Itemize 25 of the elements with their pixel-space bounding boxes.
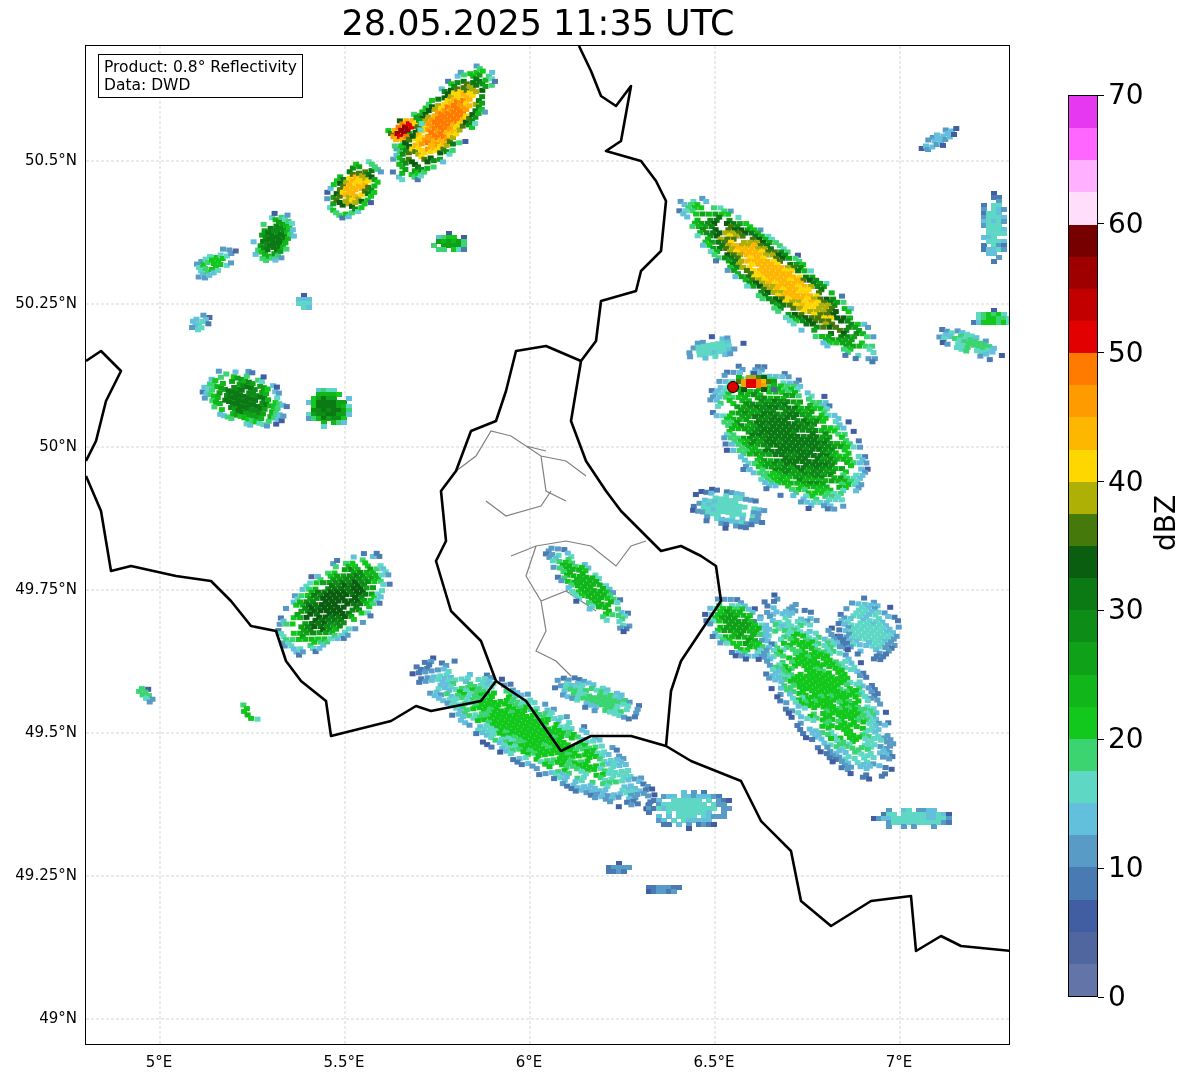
colorbar-tick-label: 10 — [1108, 852, 1144, 885]
latitude-label: 50.25°N — [15, 294, 77, 312]
info-text: Data: DWD — [104, 76, 192, 94]
colorbar-tick-label: 40 — [1108, 465, 1144, 498]
longitude-label: 7°E — [885, 1053, 913, 1071]
longitude-label: 5°E — [145, 1053, 173, 1071]
colorbar-tick-label: 20 — [1108, 723, 1144, 756]
latitude-label: 49.75°N — [15, 580, 77, 598]
longitude-label: 6.5°E — [693, 1053, 735, 1071]
colorbar-tick-label: 30 — [1108, 594, 1144, 627]
info-text: Product: 0.8° Reflectivity — [104, 58, 297, 76]
colorbar-label: dBZ — [1150, 494, 1182, 552]
colorbar-tick-label: 0 — [1108, 981, 1126, 1013]
latitude-label: 49.5°N — [24, 723, 77, 741]
latitude-label: 50°N — [39, 437, 77, 455]
latitude-label: 49.25°N — [15, 866, 77, 884]
colorbar-tick-label: 50 — [1108, 336, 1144, 369]
longitude-label: 6°E — [515, 1053, 543, 1071]
radar-site-marker — [727, 381, 739, 393]
latitude-label: 49°N — [39, 1009, 77, 1027]
latitude-label: 50.5°N — [24, 151, 77, 169]
colorbar-tick-label: 70 — [1108, 79, 1144, 111]
colorbar-tick-label: 60 — [1108, 207, 1144, 240]
longitude-label: 5.5°E — [323, 1053, 365, 1071]
chart-title: 28.05.2025 11:35 UTC — [341, 3, 735, 43]
